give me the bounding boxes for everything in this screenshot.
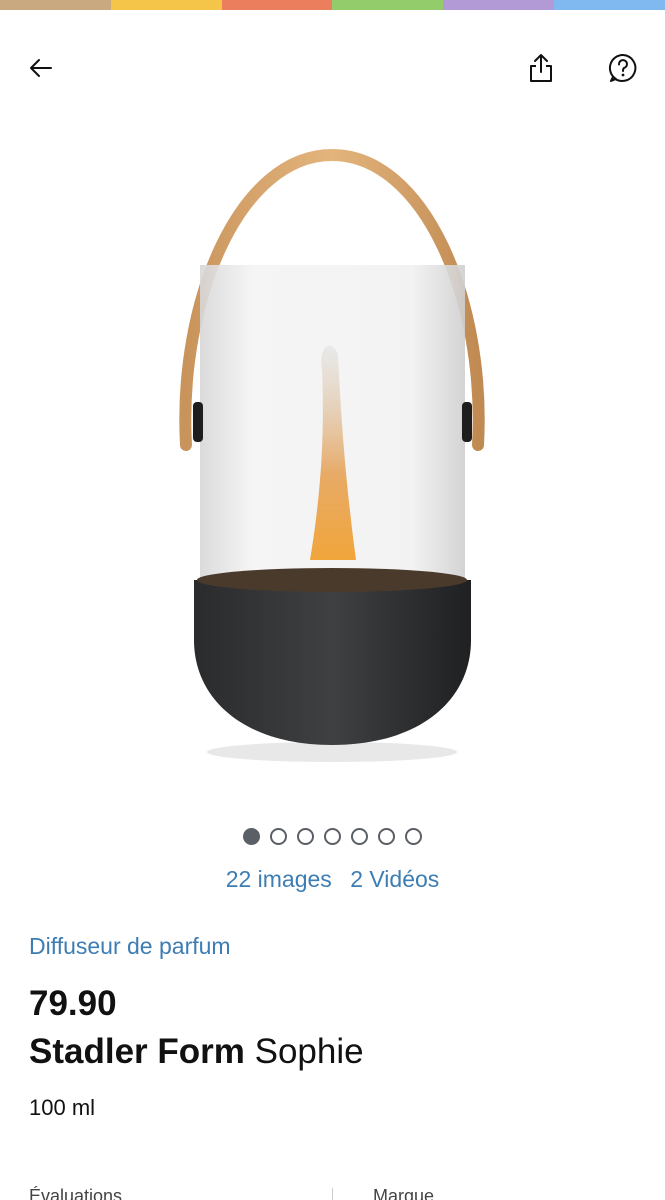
- product-size: 100 ml: [29, 1095, 96, 1120]
- share-button[interactable]: [521, 48, 561, 88]
- tab-brand[interactable]: Marque: [373, 1186, 434, 1200]
- product-image[interactable]: [160, 140, 505, 770]
- top-bar: [0, 40, 665, 100]
- gallery-dot[interactable]: [351, 828, 368, 845]
- gallery-dot[interactable]: [243, 828, 260, 845]
- media-links: 22 images 2 Vidéos: [0, 866, 665, 893]
- product-price: 79.90: [29, 984, 117, 1023]
- images-link[interactable]: 22 images: [226, 866, 332, 892]
- question-bubble-icon: [608, 53, 637, 82]
- diffuser-illustration: [179, 148, 485, 762]
- bottom-tabs: Évaluations Marque: [0, 1182, 665, 1200]
- gallery-dot[interactable]: [378, 828, 395, 845]
- color-strip-segment: [110, 0, 222, 10]
- product-name: Sophie: [254, 1032, 364, 1071]
- gallery-dot[interactable]: [405, 828, 422, 845]
- product-category-link[interactable]: Diffuseur de parfum: [29, 933, 231, 960]
- back-button[interactable]: [21, 48, 61, 88]
- gallery-pagination[interactable]: [0, 828, 665, 845]
- share-icon: [530, 54, 552, 82]
- color-strip-segment: [443, 0, 555, 10]
- color-strip-segment: [554, 0, 665, 10]
- arrow-left-icon: [30, 59, 52, 77]
- color-strip: [0, 0, 665, 10]
- product-brand: Stadler Form: [29, 1032, 245, 1071]
- gallery-dot[interactable]: [270, 828, 287, 845]
- color-strip-segment: [332, 0, 444, 10]
- color-strip-segment: [0, 0, 111, 10]
- videos-link[interactable]: 2 Vidéos: [350, 866, 439, 892]
- gallery-dot[interactable]: [324, 828, 341, 845]
- tab-divider: [332, 1188, 333, 1200]
- tab-reviews[interactable]: Évaluations: [29, 1186, 122, 1200]
- product-title: Stadler Form Sophie: [29, 1032, 364, 1072]
- color-strip-segment: [221, 0, 333, 10]
- gallery-dot[interactable]: [297, 828, 314, 845]
- help-button[interactable]: [603, 48, 643, 88]
